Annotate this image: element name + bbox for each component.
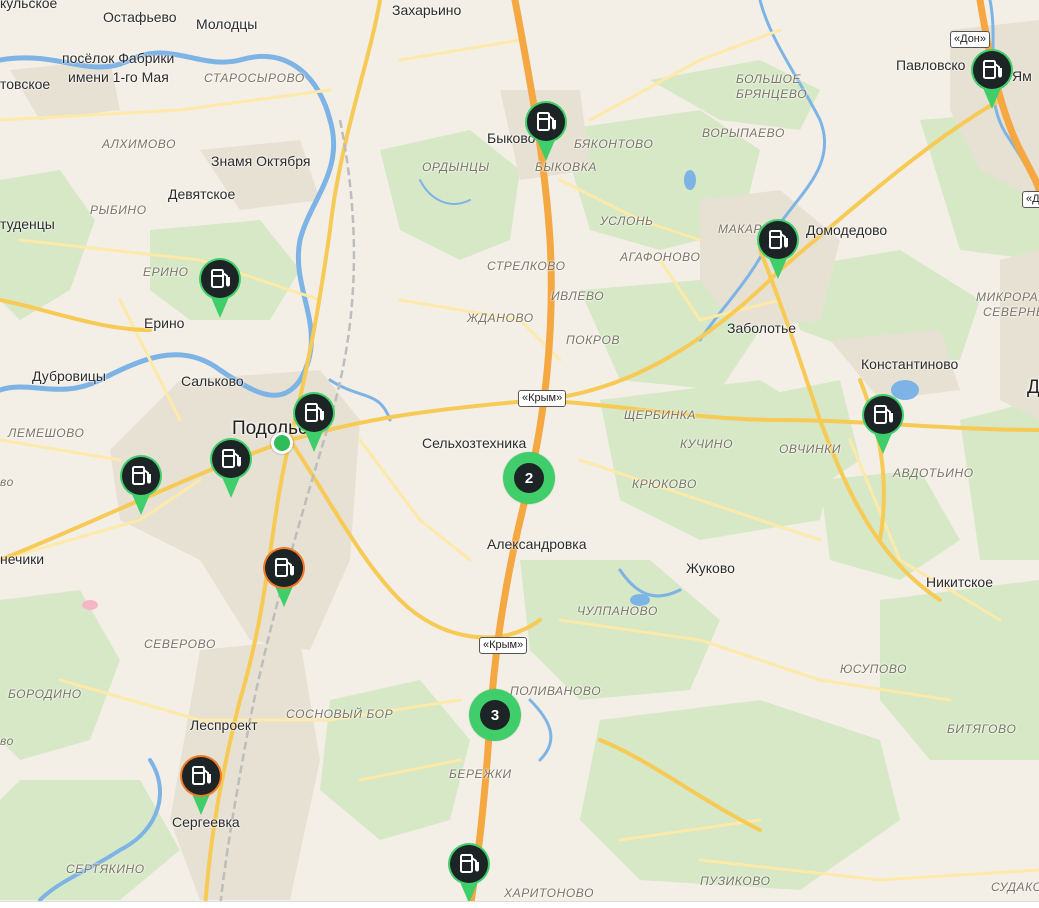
fuel-station-marker-domodedovo[interactable] [755,218,801,280]
place-label: Захарьино [392,2,462,18]
place-label: Ерино [144,315,185,331]
place-label: посёлок Фабрики [62,50,175,66]
place-label: АЛХИМОВО [102,137,177,151]
place-label: СЕРТЯКИНО [66,862,145,876]
place-label: КРЮКОВО [632,477,697,491]
bottom-edge [0,901,1039,908]
place-label: Жуково [686,560,735,576]
place-label: БОЛЬШОЕ [736,72,802,86]
place-label: СЕВЕРНЫ [983,305,1039,319]
place-label: ВОРЫПАЕВО [702,126,785,140]
place-label: БРЯНЦЕВО [736,87,808,101]
cluster-count: 2 [514,463,544,493]
place-label: имени 1-го Мая [68,69,169,85]
place-label: ЕРИНО [143,265,189,279]
place-label: Молодцы [196,16,258,32]
place-label: СЕВЕРОВО [144,637,216,651]
place-label: БЫКОВКА [535,160,597,174]
fuel-station-marker-podolsk-west[interactable] [118,454,164,516]
map-view[interactable]: Остафьево Молодцы Захарьино кульское посёлок… [0,0,1039,908]
place-label: Леспроект [190,717,258,733]
fuel-station-marker-podolsk-south[interactable] [261,546,307,608]
place-label: ХАРИТОНОВО [504,886,595,900]
place-label: СУДАКОВ [991,880,1039,894]
place-label: ЮСУПОВО [840,662,908,676]
place-label: БИТЯГОВО [947,722,1017,736]
place-label: Павловско [896,57,966,73]
place-label: СТАРОСЫРОВО [204,71,305,85]
place-label: СТРЕЛКОВО [487,259,566,273]
place-label: Девятское [168,186,236,202]
place-label: ПУЗИКОВО [700,874,771,888]
place-label: Александровка [487,536,587,552]
place-label: Сергеевка [172,814,240,830]
place-label: РЫБИНО [90,203,147,217]
place-label: Остафьево [103,9,177,25]
place-label: Константиново [861,356,959,372]
road-shield: «Дон» [950,31,991,48]
fuel-station-marker-sergeevka[interactable] [178,754,224,816]
place-label: Заболотье [727,320,797,336]
place-label: нечики [0,551,45,567]
place-label: ЧУЛПАНОВО [577,604,658,618]
place-label: тудeнцы [0,216,55,232]
place-label: ИВЛЕВО [551,289,605,303]
place-label: ОРДЫНЦЫ [422,160,490,174]
place-label: Дубровицы [32,368,106,384]
place-label: СОСНОВЫЙ БОР [286,707,394,721]
place-label: ПОКРОВ [566,333,621,347]
place-label: во [0,475,14,489]
fuel-station-cluster-polivanovo[interactable]: 3 [469,689,521,741]
road-shield: «Дон» [1022,191,1039,208]
place-label: ЩЕРБИНКА [624,408,697,422]
place-label: БОРОДИНО [8,687,82,701]
road-shield: «Крым» [518,390,567,407]
place-label: УСЛОНЬ [600,214,654,228]
fuel-station-marker-kharitonovo[interactable] [446,842,492,904]
fuel-station-marker-konstantinovo[interactable] [860,393,906,455]
place-label: ПОЛИВАНОВО [510,684,602,698]
fuel-station-cluster-aleksandrovka[interactable]: 2 [503,452,555,504]
place-label: ОВЧИНКИ [779,442,842,456]
place-label: ЛЕМЕШОВО [8,426,85,440]
place-label: кульское [0,0,58,11]
place-label: МИКРОРАЙ [976,290,1039,304]
place-label: АВДОТЬИНО [893,466,974,480]
fuel-station-marker-pavlovskoe[interactable] [969,48,1015,110]
place-label: Домодедово [806,222,888,238]
fuel-station-marker-podolsk-center[interactable] [208,437,254,499]
place-label: Д [1027,377,1039,398]
place-label: КУЧИНО [680,437,734,451]
fuel-station-marker-bykovo[interactable] [523,100,569,162]
place-label: Сальково [181,373,244,389]
fuel-station-marker-yerino[interactable] [197,257,243,319]
place-label: ЖДАНОВО [467,311,534,325]
fuel-station-marker-podolsk-north[interactable] [291,391,337,453]
place-label: АГАФОНОВО [620,250,701,264]
road-shield: «Крым» [479,637,528,654]
place-label: Знамя Октября [211,153,311,169]
place-label: БЯКОНТОВО [574,137,654,151]
place-label: Никитское [926,574,993,590]
place-label: Сельхозтехника [422,435,527,451]
place-label: БЕРЕЖКИ [449,767,512,781]
current-location-icon[interactable] [271,432,293,454]
place-label: товское [0,76,51,92]
place-label: во [0,734,14,748]
cluster-count: 3 [480,700,510,730]
